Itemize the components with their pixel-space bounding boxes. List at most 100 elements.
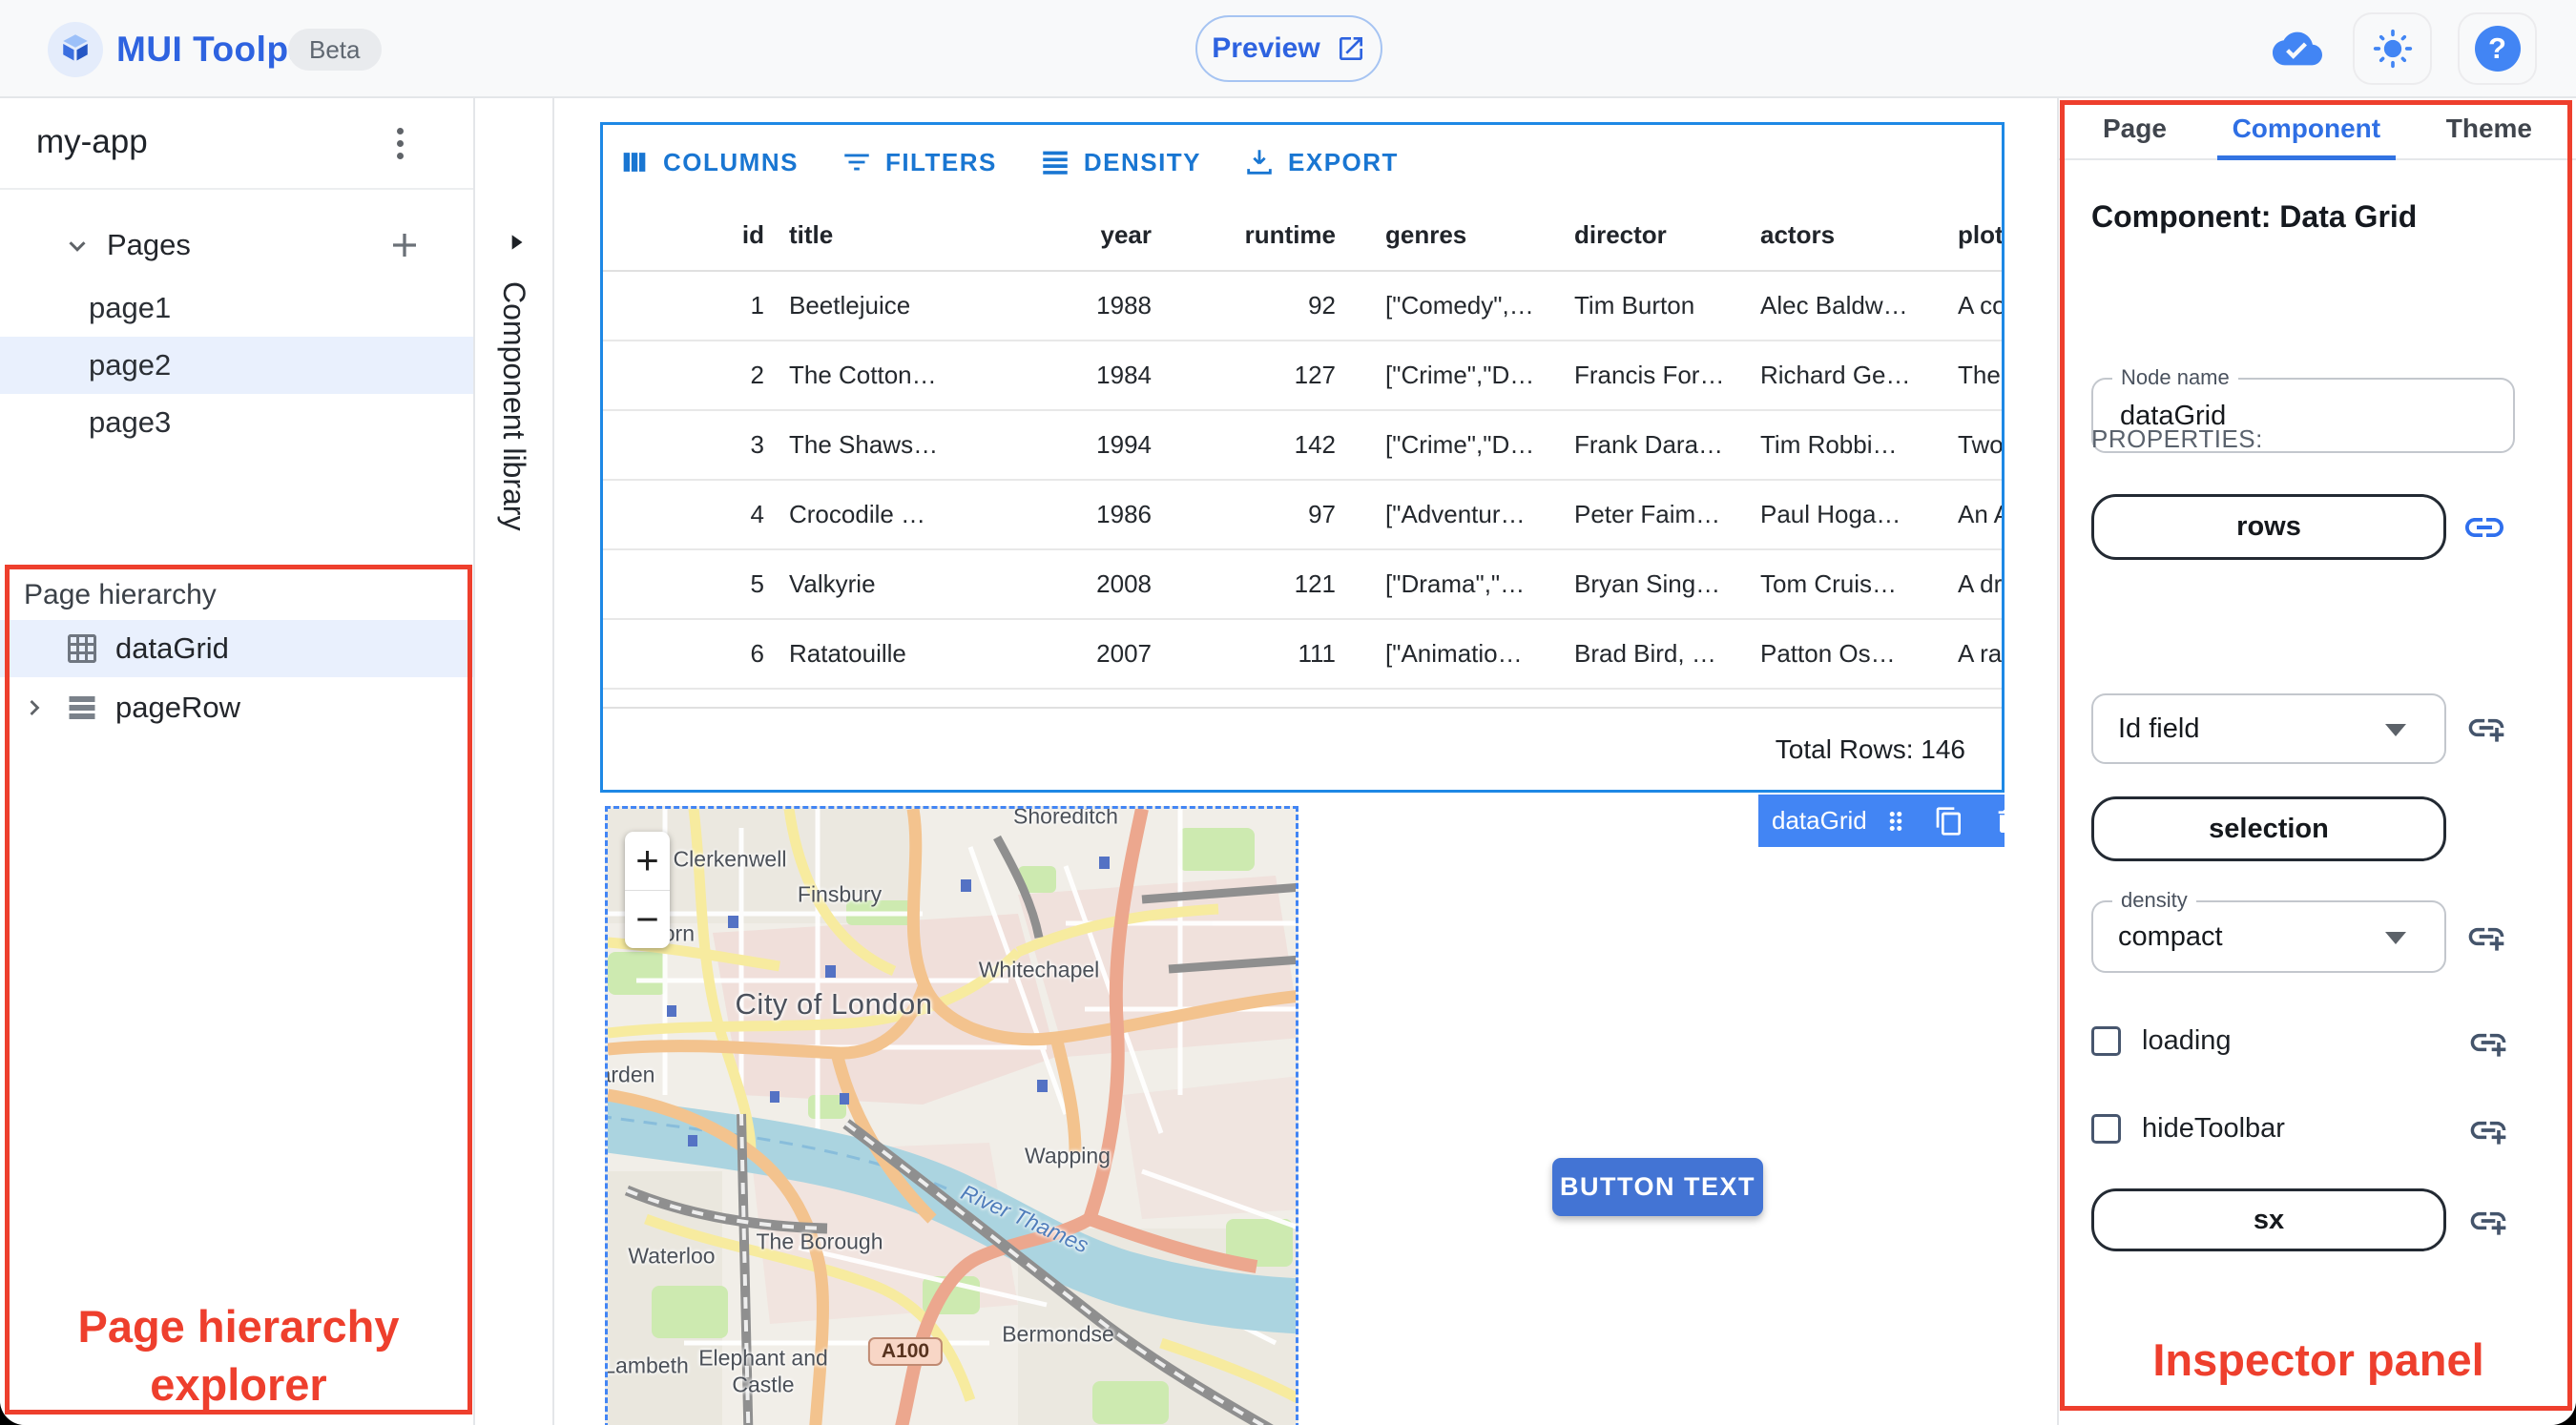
column-header-genres[interactable]: genres [1347, 220, 1563, 250]
table-cell: A co [1958, 291, 2002, 320]
map-label: A100 [867, 1337, 944, 1366]
table-row[interactable]: 3 The Shaws… 1994 142 ["Crime","D… Frank Dara… [603, 411, 2002, 481]
link-icon[interactable] [2462, 505, 2507, 550]
column-header-id[interactable]: id [603, 220, 776, 250]
table-cell: Frank Dara… [1574, 430, 1724, 459]
sidebar-page-page1[interactable]: page1 [0, 279, 473, 337]
map-label: Bermondse [1002, 1321, 1114, 1347]
map-label: City of London [735, 987, 933, 1021]
columns-button[interactable]: COLUMNS [618, 146, 799, 178]
density-select[interactable]: density compact [2091, 888, 2446, 973]
id-field-select[interactable]: Id field [2091, 693, 2446, 764]
pages-tree-header[interactable]: Pages [0, 217, 473, 279]
table-cell: 92 [1308, 291, 1336, 320]
loading-checkbox[interactable] [2091, 1026, 2121, 1056]
table-row[interactable]: 6 Ratatouille 2007 111 ["Animatio… Brad Bird,… [603, 620, 2002, 690]
table-cell: 2 [750, 361, 764, 389]
datagrid-footer: Total Rows: 146 [603, 707, 2002, 790]
column-header-year[interactable]: year [995, 220, 1163, 250]
table-cell: Alec Baldw… [1760, 291, 1908, 320]
cloud-sync-icon[interactable] [2271, 25, 2324, 72]
tab-component[interactable]: Component [2216, 98, 2396, 160]
table-row[interactable]: 4 Crocodile … 1986 97 ["Adventur… Peter Faim…… [603, 481, 2002, 550]
export-button[interactable]: EXPORT [1243, 146, 1399, 178]
dropdown-caret-icon [2385, 932, 2406, 944]
hierarchy-item-label: pageRow [115, 691, 240, 724]
delete-icon[interactable] [1992, 806, 2023, 836]
table-cell: Tim Robbi… [1760, 430, 1898, 459]
column-header-plot[interactable]: plot [1944, 220, 2002, 250]
map-label: Castle [732, 1372, 795, 1397]
density-button[interactable]: DENSITY [1039, 146, 1201, 178]
sx-property-button[interactable]: sx [2091, 1188, 2446, 1251]
datagrid-rows: 1 Beetlejuice 1988 92 ["Comedy",… Tim Burton A… [603, 272, 2002, 690]
component-heading: Component: Data Grid [2091, 199, 2418, 234]
preview-button[interactable]: Preview [1195, 15, 1382, 82]
table-cell: ["Crime","D… [1385, 361, 1535, 389]
help-button[interactable]: ? [2458, 12, 2537, 85]
chevron-down-icon[interactable] [63, 232, 92, 260]
table-cell: A ra [1958, 639, 2002, 668]
table-cell: 1986 [1096, 500, 1152, 528]
add-link-icon[interactable] [2465, 707, 2507, 749]
sidebar-page-page3[interactable]: page3 [0, 394, 473, 451]
map-label: Clerkenwell [673, 846, 787, 872]
density-button-label: DENSITY [1083, 147, 1202, 176]
zoom-in-button[interactable]: + [625, 832, 670, 890]
column-header-actors[interactable]: actors [1749, 220, 1944, 250]
datagrid-component[interactable]: COLUMNS FILTERS DENSITY EXPORT id title ye… [600, 122, 2005, 793]
column-header-title[interactable]: title [776, 220, 995, 250]
tab-page[interactable]: Page [2103, 98, 2167, 158]
table-row[interactable]: 1 Beetlejuice 1988 92 ["Comedy",… Tim Burton A… [603, 272, 2002, 341]
toolpad-window: MUI Toolpad Beta Preview ? my-app Pages … [0, 0, 2576, 1425]
component-library-panel[interactable]: Component library [475, 98, 554, 1425]
hidetoolbar-checkbox[interactable] [2091, 1114, 2121, 1144]
map-label: Lambeth [605, 1353, 689, 1378]
map-label: The Borough [756, 1229, 883, 1254]
table-cell: ["Adventur… [1385, 500, 1526, 528]
inspector-tabs: Page Component Theme [2059, 98, 2576, 160]
hierarchy-item-pagerow[interactable]: pageRow [0, 679, 473, 736]
app-menu-kebab-icon[interactable] [378, 121, 422, 165]
density-value: compact [2118, 920, 2223, 952]
table-cell: 3 [750, 430, 764, 459]
tab-theme[interactable]: Theme [2446, 98, 2532, 158]
chevron-right-icon[interactable] [21, 694, 48, 721]
table-cell: 1994 [1096, 430, 1152, 459]
map-label: Whitechapel [978, 957, 1100, 982]
total-rows-label: Total Rows: 146 [1775, 733, 1965, 764]
datagrid-toolbar: COLUMNS FILTERS DENSITY EXPORT [603, 125, 2002, 199]
add-link-icon[interactable] [2467, 1109, 2509, 1151]
table-row[interactable]: 2 The Cotton… 1984 127 ["Crime","D… Francis F… [603, 341, 2002, 411]
drag-handle-icon[interactable] [1881, 807, 1910, 836]
view-columns-icon [618, 146, 651, 178]
map-label: Elephant and [698, 1345, 828, 1371]
add-page-icon[interactable] [387, 228, 422, 262]
table-cell: 5 [750, 569, 764, 598]
table-cell: 1988 [1096, 291, 1152, 320]
light-mode-icon [2372, 28, 2414, 70]
filters-button-label: FILTERS [884, 147, 997, 176]
rows-icon [65, 691, 99, 725]
table-cell: ["Drama","… [1385, 569, 1526, 598]
zoom-out-button[interactable]: − [625, 889, 670, 949]
add-link-icon[interactable] [2467, 1200, 2509, 1242]
column-header-runtime[interactable]: runtime [1163, 220, 1347, 250]
column-header-director[interactable]: director [1563, 220, 1749, 250]
map-component[interactable]: Shoreditch Clerkenwell Finsbury born Whitech… [605, 806, 1298, 1425]
table-cell: Bryan Sing… [1574, 569, 1721, 598]
table-cell: An A [1958, 500, 2002, 528]
duplicate-icon[interactable] [1934, 806, 1964, 836]
columns-button-label: COLUMNS [663, 147, 799, 176]
button-component[interactable]: BUTTON TEXT [1552, 1158, 1763, 1216]
expand-panel-arrow-icon[interactable] [504, 230, 529, 255]
rows-property-button[interactable]: rows [2091, 494, 2446, 560]
selection-property-button[interactable]: selection [2091, 796, 2446, 861]
hierarchy-item-datagrid[interactable]: dataGrid [0, 620, 473, 677]
filters-button[interactable]: FILTERS [841, 146, 997, 178]
theme-toggle-button[interactable] [2353, 12, 2432, 85]
sidebar-page-page2[interactable]: page2 [0, 337, 473, 394]
add-link-icon[interactable] [2467, 1022, 2509, 1064]
table-row[interactable]: 5 Valkyrie 2008 121 ["Drama","… Bryan Sing… To… [603, 550, 2002, 620]
add-link-icon[interactable] [2465, 916, 2507, 958]
